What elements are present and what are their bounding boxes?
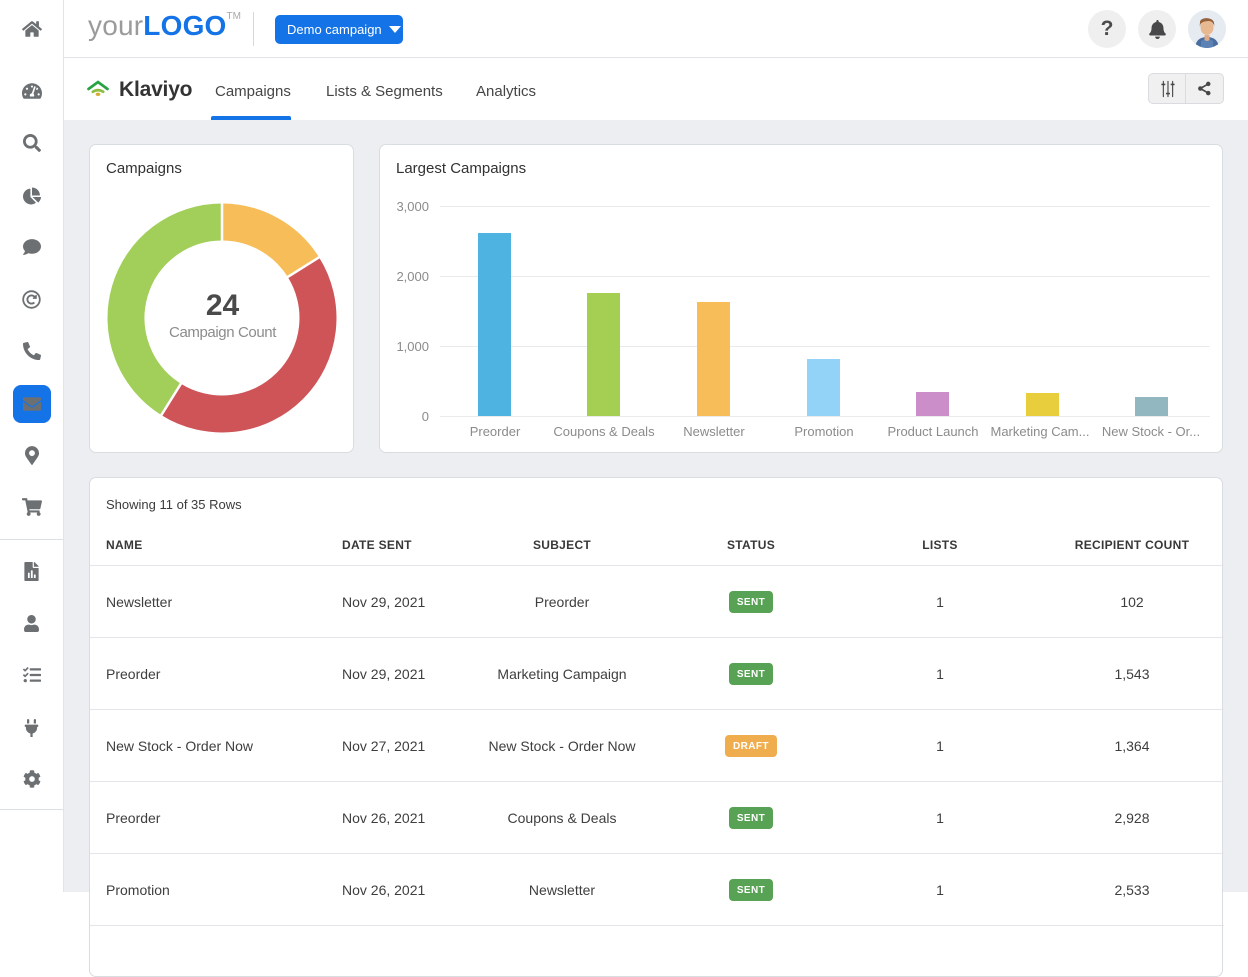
svg-text:Coupons & Deals: Coupons & Deals (553, 424, 655, 439)
svg-text:Product Launch: Product Launch (887, 424, 978, 439)
svg-text:1,000: 1,000 (396, 339, 429, 354)
svg-text:Newsletter: Newsletter (683, 424, 745, 439)
svg-text:Marketing Cam...: Marketing Cam... (991, 424, 1090, 439)
svg-text:2,000: 2,000 (396, 269, 429, 284)
svg-text:New Stock - Or...: New Stock - Or... (1102, 424, 1200, 439)
svg-text:3,000: 3,000 (396, 199, 429, 214)
svg-text:0: 0 (422, 409, 429, 424)
svg-text:Promotion: Promotion (794, 424, 853, 439)
svg-text:Preorder: Preorder (470, 424, 521, 439)
